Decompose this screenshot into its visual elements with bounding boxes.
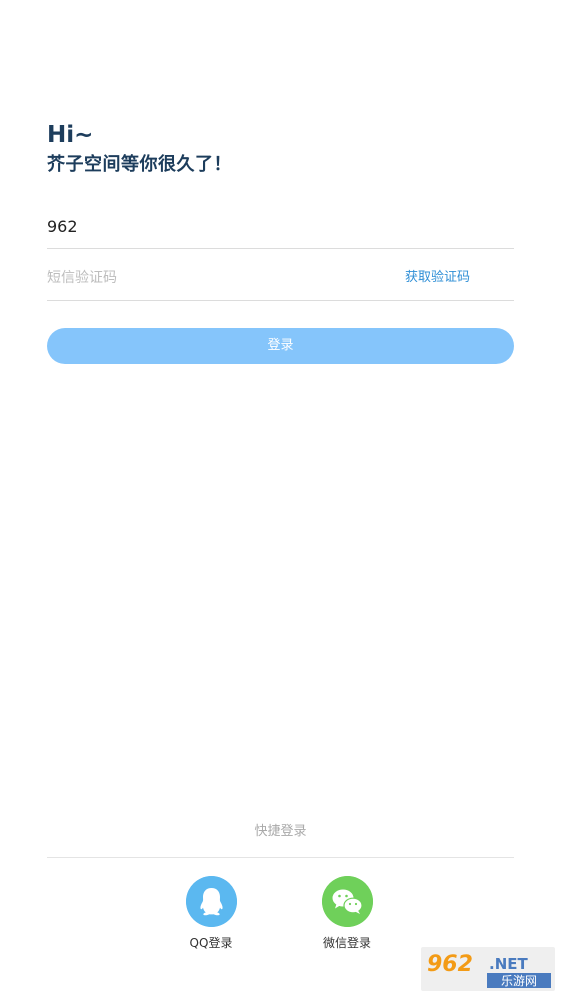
wechat-bubbles-icon	[321, 876, 373, 927]
greeting-subtitle: 芥子空间等你很久了！	[47, 154, 232, 175]
watermark-domain: .NET	[489, 955, 528, 973]
wechat-login-button[interactable]: 微信登录	[307, 876, 387, 951]
qq-penguin-icon	[185, 876, 237, 927]
site-watermark-logo: 962 .NET 乐游网	[421, 947, 555, 991]
wechat-login-label: 微信登录	[322, 936, 371, 950]
qq-login-button[interactable]: QQ登录	[171, 876, 251, 951]
quick-login-divider	[47, 857, 514, 858]
greeting-hi: Hi~	[47, 122, 94, 148]
watermark-site-name: 乐游网	[501, 974, 537, 988]
phone-field	[47, 204, 514, 249]
code-field: 获取验证码	[47, 256, 514, 301]
login-button[interactable]: 登录	[47, 328, 514, 364]
qq-login-label: QQ登录	[189, 936, 233, 950]
quick-login-title: 快捷登录	[254, 824, 307, 839]
phone-input[interactable]	[47, 204, 514, 248]
sms-code-input[interactable]	[47, 256, 377, 300]
watermark-number: 962	[427, 952, 473, 977]
get-code-button[interactable]: 获取验证码	[405, 256, 470, 300]
